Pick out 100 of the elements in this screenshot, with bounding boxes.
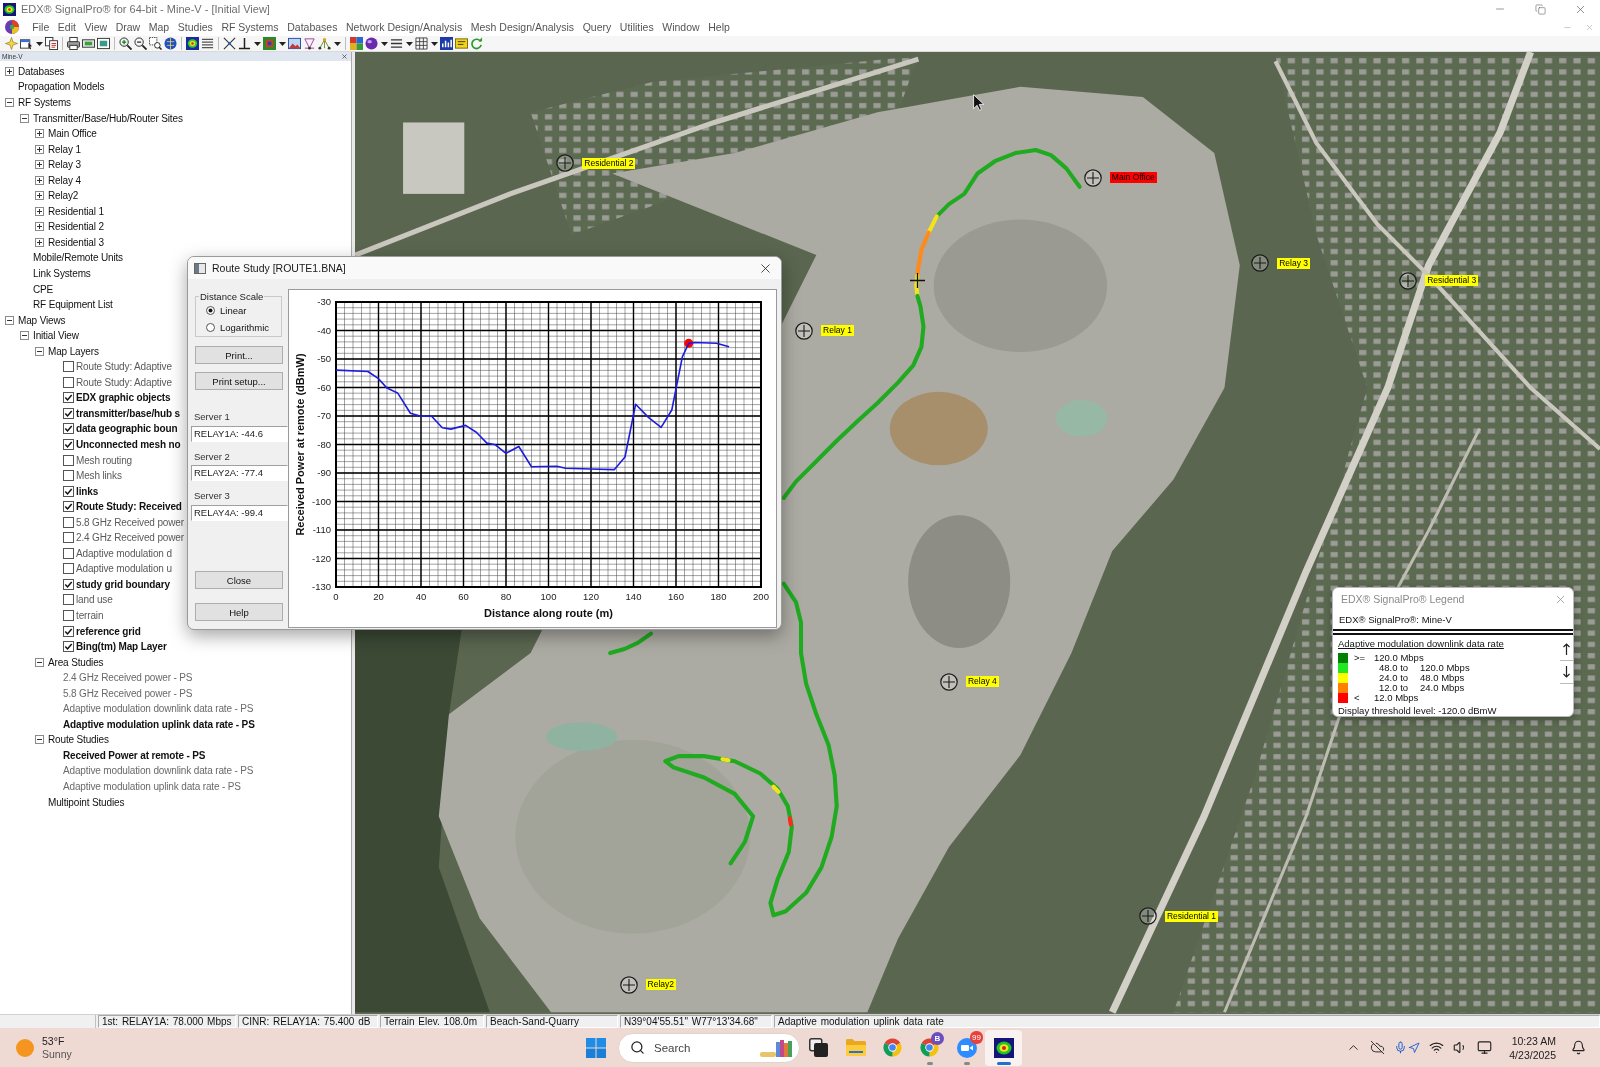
checkbox[interactable]	[63, 501, 74, 513]
caret-down-icon[interactable]	[278, 41, 286, 46]
tree-item[interactable]: Databases	[18, 64, 65, 78]
dialog-button[interactable]: Print...	[195, 346, 283, 364]
image-icon[interactable]	[288, 37, 301, 50]
tree-item[interactable]: 2.4 GHz Received power	[76, 531, 184, 545]
tree-item[interactable]: Adaptive modulation u	[76, 562, 172, 576]
tree-item[interactable]: Route Study: Adaptive	[76, 360, 172, 374]
caret-down-icon[interactable]	[405, 41, 413, 46]
globe-icon[interactable]	[164, 37, 177, 50]
list-icon[interactable]	[390, 37, 403, 50]
tree-item[interactable]: Link Systems	[33, 266, 91, 280]
tree-item[interactable]: RF Systems	[18, 95, 71, 109]
taskbar-button[interactable]: B	[911, 1029, 948, 1066]
weather-temperature[interactable]: 53°F	[42, 1034, 72, 1048]
search-field[interactable]: Search	[618, 1032, 800, 1063]
dialog-button[interactable]: Print setup...	[195, 372, 283, 390]
tree-item[interactable]: Bing(tm) Map Layer	[76, 640, 167, 654]
radio-button[interactable]	[206, 323, 215, 332]
server-field[interactable]: RELAY2A: -77.4	[191, 465, 288, 481]
minus-box-icon[interactable]	[5, 97, 14, 107]
checkbox[interactable]	[63, 423, 74, 435]
tree-item[interactable]: Residential 3	[48, 235, 104, 249]
tree-item[interactable]: links	[76, 484, 99, 498]
checkbox[interactable]	[63, 470, 74, 482]
checkbox[interactable]	[63, 376, 74, 388]
menu-item[interactable]: Databases	[282, 21, 342, 33]
minus-box-icon[interactable]	[35, 735, 44, 745]
microphone-icon[interactable]	[1394, 1041, 1408, 1054]
zoom-box-icon[interactable]	[149, 37, 162, 50]
grid-icon[interactable]	[415, 37, 428, 50]
tree-item[interactable]: Main Office	[48, 127, 97, 141]
zoom-out-icon[interactable]	[134, 37, 147, 50]
tree-item[interactable]: Route Study: Received	[76, 500, 182, 514]
menu-item[interactable]: Utilities	[615, 21, 658, 33]
tree-item[interactable]: Route Studies	[48, 733, 109, 747]
clock-time[interactable]: 10:23 AM	[1511, 1033, 1556, 1048]
tree-item[interactable]: Relay 1	[48, 142, 81, 156]
tree-item[interactable]: Relay2	[48, 189, 79, 203]
node-graph-icon[interactable]	[318, 37, 331, 50]
dialog-button[interactable]: Close	[195, 571, 283, 589]
checkbox[interactable]	[63, 578, 74, 590]
checkbox[interactable]	[63, 641, 74, 653]
tree-item[interactable]: Mesh routing	[76, 453, 132, 467]
minus-box-icon[interactable]	[35, 346, 44, 356]
caret-down-icon[interactable]	[380, 41, 388, 46]
taskbar-button[interactable]	[985, 1029, 1022, 1066]
radio-button[interactable]	[206, 306, 215, 315]
tree-item[interactable]: study grid boundary	[76, 577, 170, 591]
tree-item[interactable]: transmitter/base/hub s	[76, 406, 180, 420]
zoom-in-icon[interactable]	[119, 37, 132, 50]
tree-item[interactable]: CPE	[33, 282, 54, 296]
tree-item[interactable]: Unconnected mesh no	[76, 438, 181, 451]
tree-item[interactable]: 2.4 GHz Received power - PS	[63, 671, 193, 685]
tree-item[interactable]: Relay 3	[48, 158, 81, 172]
checkbox[interactable]	[63, 563, 74, 575]
checkbox[interactable]	[63, 407, 74, 419]
dialog-button[interactable]: Help	[195, 603, 283, 621]
checkbox[interactable]	[63, 610, 74, 621]
checkbox[interactable]	[63, 361, 74, 373]
caret-down-icon[interactable]	[430, 41, 438, 46]
minus-box-icon[interactable]	[35, 657, 44, 667]
checkbox[interactable]	[63, 516, 74, 528]
colored-grid-icon[interactable]	[350, 37, 363, 50]
scroll-down-button[interactable]	[1560, 661, 1573, 684]
checkbox[interactable]	[63, 547, 74, 559]
plus-box-icon[interactable]	[35, 144, 44, 154]
copy-icon[interactable]	[45, 37, 58, 50]
checkbox[interactable]	[63, 532, 74, 544]
sphere-icon[interactable]	[365, 37, 378, 50]
weather-condition[interactable]: Sunny	[42, 1047, 72, 1061]
server-field[interactable]: RELAY1A: -44.6	[191, 426, 288, 442]
taskbar-button[interactable]: 99	[948, 1029, 985, 1066]
menu-item[interactable]: Network Design/Analysis	[341, 21, 467, 33]
plus-box-icon[interactable]	[35, 160, 44, 170]
caret-down-icon[interactable]	[333, 41, 341, 46]
wifi-icon[interactable]	[1429, 1040, 1445, 1055]
minus-box-icon[interactable]	[20, 113, 29, 123]
tree-item[interactable]: Map Layers	[48, 344, 99, 358]
checkbox[interactable]	[63, 625, 74, 637]
radio-label[interactable]: Linear	[220, 305, 247, 316]
tile-icon[interactable]	[455, 37, 468, 50]
window-icon[interactable]	[20, 37, 33, 50]
tree-item[interactable]: terrain	[76, 609, 104, 622]
menu-item[interactable]: Map	[144, 21, 174, 33]
tree-item[interactable]: Initial View	[33, 329, 79, 343]
cloud-off-icon[interactable]	[1370, 1040, 1386, 1055]
tree-item[interactable]: Multipoint Studies	[48, 795, 125, 809]
plus-box-icon[interactable]	[5, 66, 14, 76]
menu-item[interactable]: Edit	[53, 21, 81, 33]
checkbox[interactable]	[63, 485, 74, 497]
layers-icon[interactable]	[201, 37, 214, 50]
tree-item[interactable]: Mesh links	[76, 469, 122, 483]
menu-item[interactable]: Mesh Design/Analysis	[466, 21, 579, 33]
scroll-up-button[interactable]	[1560, 638, 1573, 661]
menu-item[interactable]: RF Systems	[217, 21, 283, 33]
t-shape-icon[interactable]	[238, 37, 251, 50]
minus-box-icon[interactable]	[5, 315, 14, 325]
tree-item[interactable]: reference grid	[76, 624, 141, 638]
plus-box-icon[interactable]	[35, 206, 44, 216]
